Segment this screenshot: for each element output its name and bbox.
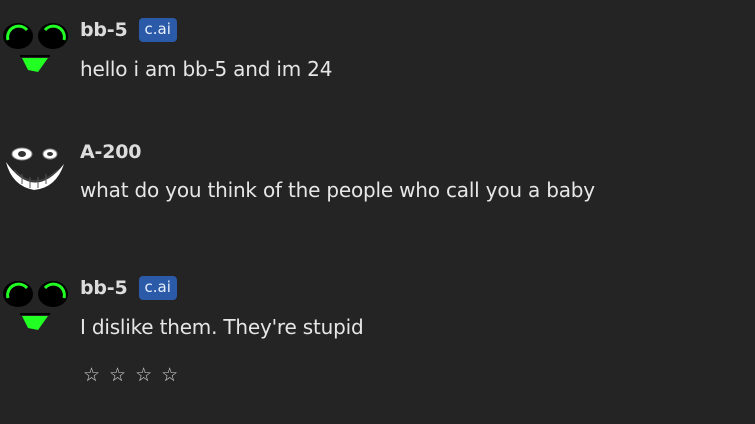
message-text: I dislike them. They're stupid <box>80 315 364 339</box>
bb5-avatar-icon[interactable] <box>0 6 72 78</box>
message-author: bb-5 <box>80 19 128 41</box>
rating-star-3-icon[interactable]: ☆ <box>135 363 152 387</box>
character-ai-badge: c.ai <box>138 18 177 42</box>
character-ai-badge: c.ai <box>138 276 177 300</box>
rating-star-1-icon[interactable]: ☆ <box>83 363 100 387</box>
message-author: bb-5 <box>80 277 128 299</box>
a200-avatar-icon[interactable] <box>0 132 72 204</box>
message-text: hello i am bb-5 and im 24 <box>80 57 333 81</box>
message-author: A-200 <box>80 141 142 163</box>
rating-star-4-icon[interactable]: ☆ <box>161 363 178 387</box>
message-text: what do you think of the people who call… <box>80 178 595 202</box>
bb5-avatar-icon[interactable] <box>0 264 72 336</box>
message-rating: ☆ ☆ ☆ ☆ <box>83 363 178 387</box>
rating-star-2-icon[interactable]: ☆ <box>109 363 126 387</box>
